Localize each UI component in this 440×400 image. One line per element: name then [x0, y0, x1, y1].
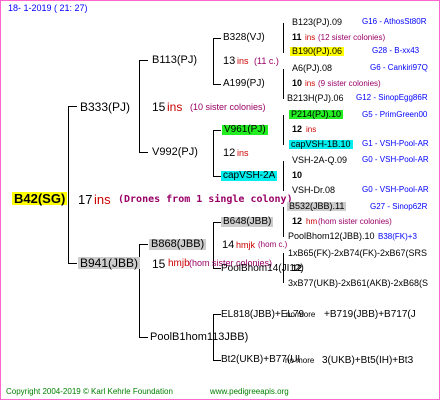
line-g3b-v — [283, 69, 284, 99]
gen4-note-5: (9 sister colonies) — [318, 79, 381, 88]
gen1-count-1: 15 — [152, 100, 166, 114]
gen4-queen-9[interactable]: capVSH-1B.10 — [289, 140, 353, 149]
gen4-queen-1[interactable]: B123(PJ).09 — [292, 18, 342, 27]
gen1-queen-2[interactable]: B941(JBB) — [78, 257, 141, 269]
root-note: (Drones from 1 single colony) — [118, 194, 293, 205]
gen2-count-1: 13 — [223, 55, 236, 67]
line-g2b-t — [213, 130, 221, 131]
gen4-count-8: 12 — [292, 124, 303, 134]
line-root-v — [68, 106, 69, 263]
gen2-queen-1[interactable]: B113(PJ) — [152, 55, 197, 66]
gen4-tag-4: G6 - Cankiri97Q — [370, 63, 428, 72]
copyright-text: Copyright 2004-2019 © Karl Kehrle Founda… — [6, 387, 173, 396]
root-queen[interactable]: B42(SG) — [12, 192, 68, 205]
gen4-nomore-1: no more — [286, 310, 316, 319]
gen4-queen-6[interactable]: B213H(PJ).06 — [287, 94, 344, 103]
line-g3a-v — [283, 23, 284, 53]
gen2-ins-3: hmjk — [236, 240, 256, 250]
gen3-queen-2[interactable]: A199(PJ) — [223, 79, 265, 89]
gen4-tag-3: G28 - B-xx43 — [372, 46, 420, 55]
gen3-queen-1[interactable]: B328(VJ) — [223, 33, 265, 43]
gen4-queen-10[interactable]: VSH-2A-Q.09 — [292, 156, 347, 165]
gen2-ins-1: ins — [237, 56, 249, 66]
root-count: 17 — [78, 192, 93, 207]
gen1-ins-1: ins — [167, 100, 183, 114]
line-g2a-v — [213, 38, 214, 84]
gen4-queen-15[interactable]: PoolBhom12(JBB).10 — [288, 232, 375, 241]
gen4-queen-18[interactable]: 3xB77(UKB)-2xB61(AKB)-2xB68(S — [288, 279, 428, 288]
line-g2c-t — [213, 222, 221, 223]
gen4-queen-16[interactable]: 1xB65(FK)-2xB74(FK)-2xB67(SRS — [288, 249, 427, 258]
gen4-ins-5: ins — [305, 79, 316, 88]
gen4-queen-7[interactable]: P214(PJ).10 — [289, 110, 344, 119]
line-g1b-bot — [139, 337, 148, 338]
gen1-queen-1[interactable]: B333(PJ) — [80, 101, 130, 113]
gen4-tag-1: G16 - AthosSt80R — [362, 17, 427, 26]
gen4-tag-9: G1 - VSH-Pool-AR — [362, 139, 429, 148]
line-g2a-t — [213, 38, 221, 39]
gen4-note-14: (hom sister colonies) — [318, 217, 392, 226]
gen4-queen-12[interactable]: VSH-Dr.08 — [292, 186, 335, 195]
gen4-tag-12: G0 - VSH-Pool-AR — [362, 185, 429, 194]
gen4-count-17: 12 — [292, 263, 303, 273]
gen3-queen-5[interactable]: B648(JBB) — [221, 217, 274, 227]
site-link[interactable]: www.pedigreeapis.org — [210, 388, 289, 396]
line-g3e-v — [283, 207, 284, 237]
gen4-queen-22[interactable]: 3(UKB)+Bt5(IH)+Bt3 — [322, 356, 413, 366]
gen4-queen-20[interactable]: +B719(JBB)+B717(J — [324, 310, 416, 320]
gen2-note-3: (hom c.) — [258, 240, 288, 249]
gen4-tag-6: G12 - SinopEgg86R — [356, 93, 428, 102]
line-g3c-v — [283, 115, 284, 145]
line-root-bot — [68, 263, 77, 264]
date-stamp: 18- 1-2019 ( 21: 27) — [8, 3, 88, 13]
gen2-note-1: (11 c.) — [254, 56, 279, 66]
line-g2c-b — [213, 268, 221, 269]
line-g2b-b — [213, 176, 221, 177]
line-g2d-b — [213, 360, 221, 361]
root-ins: ins — [94, 192, 111, 207]
gen2-ins-2: ins — [237, 148, 249, 158]
gen4-ins-8: ins — [306, 125, 317, 134]
gen2-queen-2[interactable]: V992(PJ) — [152, 147, 198, 158]
gen4-tag-15: B38(FK)+3 — [378, 232, 417, 241]
gen3-queen-4[interactable]: capVSH-2A — [221, 171, 278, 181]
line-g2b-v — [213, 130, 214, 176]
line-g3d-v — [283, 161, 284, 191]
gen1-note-1: (10 sister colonies) — [190, 102, 266, 112]
gen4-tag-13: G27 - Sinop62R — [370, 202, 428, 211]
gen1-ins-2: hmjb — [168, 258, 190, 269]
line-g2d-t — [213, 314, 221, 315]
gen3-queen-3[interactable]: V961(PJ) — [222, 125, 268, 135]
line-g1a-bot — [139, 152, 148, 153]
line-g1a-v — [139, 60, 140, 152]
gen4-tag-10: G0 - VSH-Pool-AR — [362, 155, 429, 164]
gen4-ins-14: hm — [306, 217, 318, 226]
gen4-count-14: 12 — [292, 216, 303, 226]
gen4-note-2: (12 sister colonies) — [318, 33, 386, 42]
gen4-queen-3[interactable]: B190(PJ).06 — [290, 47, 345, 56]
gen1-count-2: 15 — [152, 257, 166, 271]
gen4-queen-4[interactable]: A6(PJ).08 — [292, 64, 332, 73]
line-g1b-top — [139, 244, 148, 245]
gen4-ins-2: ins — [305, 33, 316, 42]
line-g2a-b — [213, 84, 221, 85]
gen2-queen-3[interactable]: B868(JBB) — [149, 239, 207, 250]
gen4-count-5: 10 — [292, 78, 303, 88]
gen2-count-3: 14 — [222, 239, 235, 251]
gen2-queen-4[interactable]: PoolB1hom113JBB) — [150, 332, 248, 343]
gen4-count-11: 10 — [292, 170, 303, 180]
gen4-count-2: 11 — [292, 32, 302, 42]
gen2-count-2: 12 — [223, 147, 236, 159]
gen4-queen-13[interactable]: B532(JBB).11 — [287, 202, 347, 211]
gen4-nomore-2: no more — [285, 356, 315, 365]
line-root-top — [68, 106, 77, 107]
line-g1a-top — [139, 60, 148, 61]
gen4-tag-7: G5 - PrimGreen00 — [362, 110, 428, 119]
